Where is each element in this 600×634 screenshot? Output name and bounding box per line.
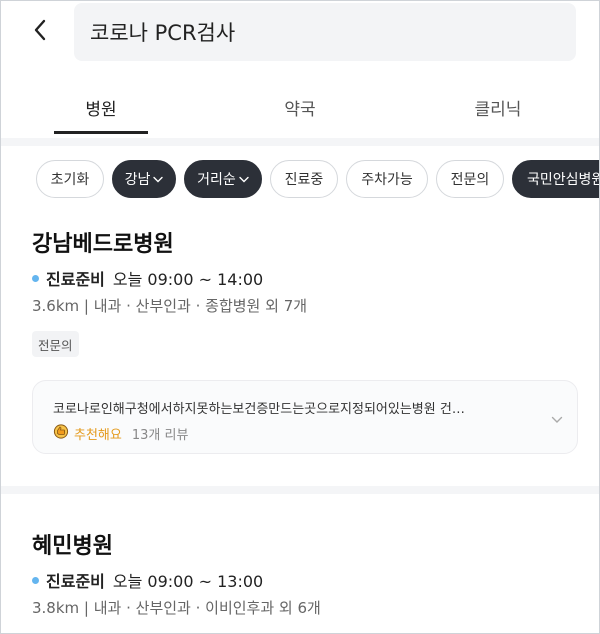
review-text: 코로나로인해구청에서하지못하는보건증만드는곳으로지정되어있는병원 건… xyxy=(53,402,465,417)
review-summary: 추천해요 13개 리뷰 xyxy=(53,423,188,443)
chip-label: 전문의 xyxy=(450,172,490,188)
filter-region-chip[interactable]: 강남 xyxy=(112,160,176,198)
header: 코로나 PCR검사 xyxy=(0,0,600,66)
thumbs-up-icon xyxy=(53,423,69,443)
chip-label: 초기화 xyxy=(50,172,90,188)
hospital-name[interactable]: 강남베드로병원 xyxy=(32,226,174,258)
hospital-status-row: 진료준비 오늘 09:00 ~ 14:00 xyxy=(32,266,263,290)
chevron-left-icon xyxy=(34,19,46,41)
active-tab-indicator xyxy=(54,131,148,134)
tab-clinic[interactable]: 클리닉 xyxy=(448,80,548,134)
filter-open-now-chip[interactable]: 진료중 xyxy=(270,160,338,198)
tab-hospital[interactable]: 병원 xyxy=(54,80,148,134)
divider xyxy=(0,138,600,146)
filter-reset-chip[interactable]: 초기화 xyxy=(36,160,104,198)
divider xyxy=(0,486,600,494)
hospital-status-row: 진료준비 오늘 09:00 ~ 13:00 xyxy=(32,568,263,592)
search-query: 코로나 PCR검사 xyxy=(90,21,236,45)
chip-label: 국민안심병원 xyxy=(527,172,600,188)
specialist-tag: 전문의 xyxy=(32,331,79,357)
tab-pharmacy-label: 약국 xyxy=(284,99,316,120)
hospital-meta: 3.6km | 내과 · 산부인과 · 종합병원 외 7개 xyxy=(32,297,308,315)
category-tabs: 병원 약국 클리닉 xyxy=(0,80,600,136)
tab-hospital-label: 병원 xyxy=(85,99,117,120)
tab-pharmacy[interactable]: 약국 xyxy=(250,80,350,134)
review-preview[interactable]: 코로나로인해구청에서하지못하는보건증만드는곳으로지정되어있는병원 건… 추천해요… xyxy=(32,380,578,454)
filter-specialist-chip[interactable]: 전문의 xyxy=(436,160,504,198)
tab-clinic-label: 클리닉 xyxy=(474,99,522,120)
hospital-meta: 3.8km | 내과 · 산부인과 · 이비인후과 외 6개 xyxy=(32,599,321,617)
filter-sort-chip[interactable]: 거리순 xyxy=(184,160,262,198)
opening-hours: 오늘 09:00 ~ 14:00 xyxy=(112,270,264,289)
chevron-down-icon xyxy=(551,409,563,428)
back-button[interactable] xyxy=(24,14,56,46)
recommend-label: 추천해요 xyxy=(74,427,122,443)
chevron-down-icon xyxy=(239,176,249,183)
status-label: 진료준비 xyxy=(46,270,105,289)
review-count: 13개 리뷰 xyxy=(131,427,189,443)
status-dot-icon xyxy=(32,576,39,584)
filter-parking-chip[interactable]: 주차가능 xyxy=(346,160,428,198)
hospital-name[interactable]: 혜민병원 xyxy=(32,528,113,560)
status-dot-icon xyxy=(32,274,39,282)
opening-hours: 오늘 09:00 ~ 13:00 xyxy=(112,572,264,591)
search-input[interactable]: 코로나 PCR검사 xyxy=(74,3,576,61)
chip-label: 진료중 xyxy=(284,172,324,188)
filter-safe-hospital-chip[interactable]: 국민안심병원 xyxy=(512,160,600,198)
chip-label: 강남 xyxy=(124,172,151,188)
filter-chips: 초기화 강남 거리순 진료중 주차가능 전문의 국민안심병원 xyxy=(0,160,600,200)
chip-label: 주차가능 xyxy=(361,172,413,188)
chip-label: 거리순 xyxy=(197,172,236,188)
chevron-down-icon xyxy=(153,176,164,183)
status-label: 진료준비 xyxy=(46,572,105,591)
